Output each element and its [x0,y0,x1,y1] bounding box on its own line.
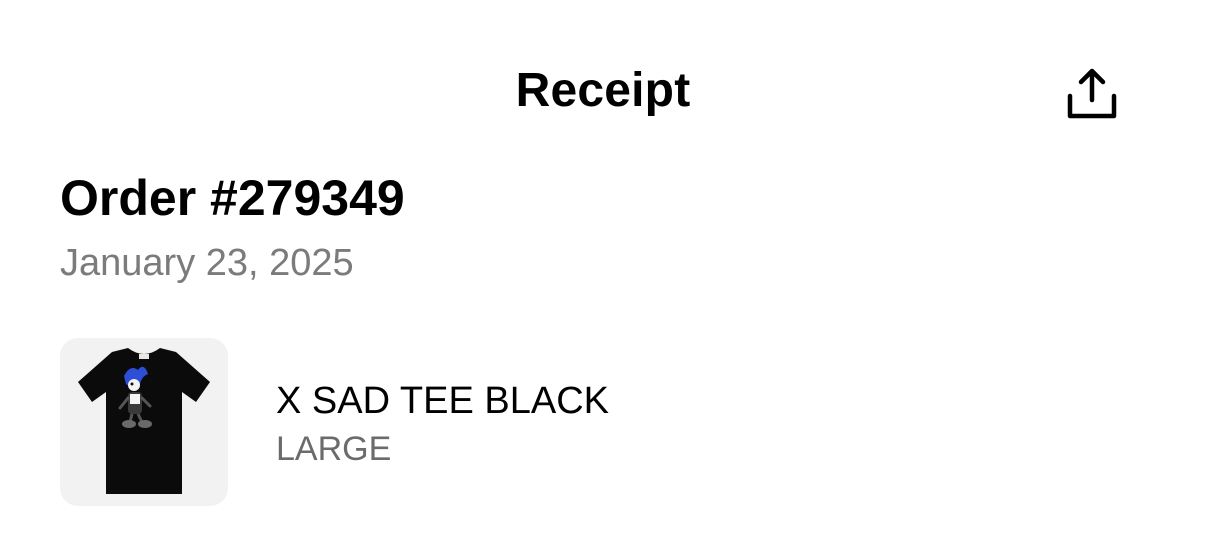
page-title: Receipt [515,64,691,117]
order-date: January 23, 2025 [60,242,354,284]
list-item[interactable]: X SAD TEE BLACK LARGE [60,338,760,506]
order-number: Order #279349 [60,170,405,226]
share-button[interactable] [1060,64,1124,124]
share-icon [1067,68,1117,119]
item-variant: LARGE [276,430,392,468]
product-thumbnail[interactable] [60,338,228,506]
item-name: X SAD TEE BLACK [276,380,609,422]
black-tshirt-image [78,348,210,494]
